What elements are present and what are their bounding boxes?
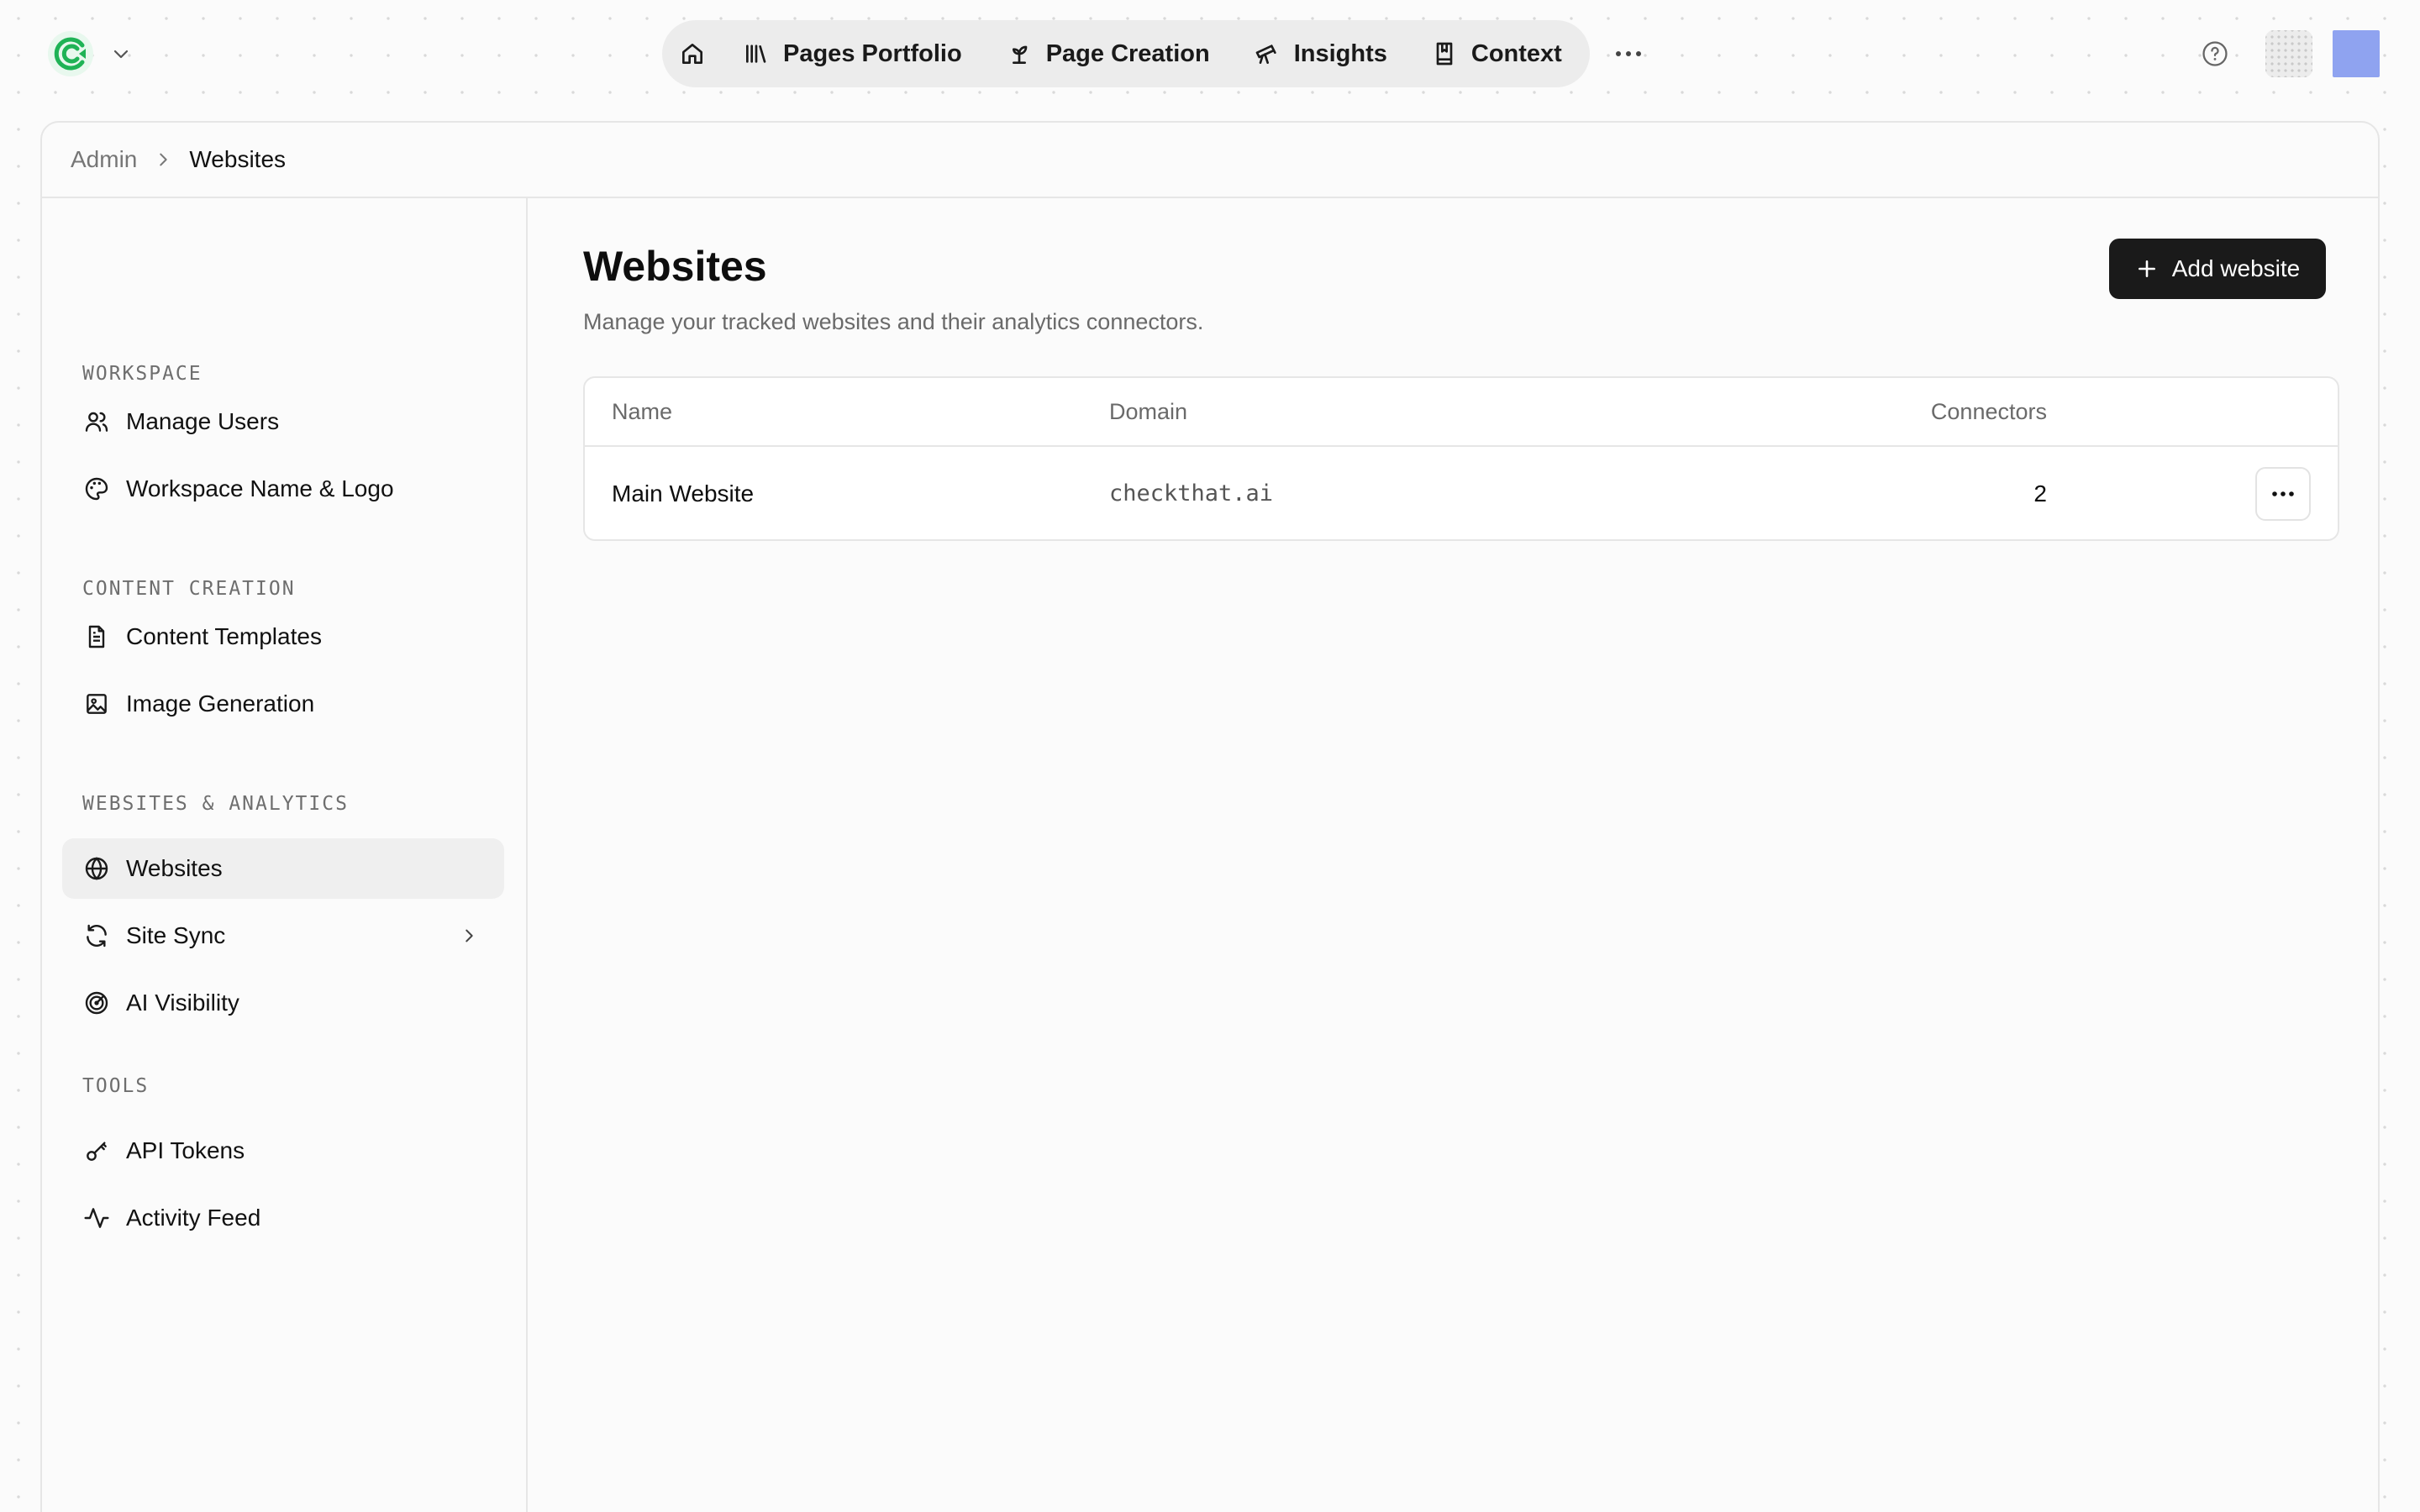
- section-title-tools: TOOLS: [82, 1075, 150, 1097]
- nav-context[interactable]: Context: [1409, 30, 1584, 77]
- sidebar-item-ai-visibility[interactable]: AI Visibility: [62, 973, 504, 1033]
- breadcrumb: Admin Websites: [42, 123, 2378, 198]
- app-logo[interactable]: [47, 30, 94, 77]
- sidebar-item-api-tokens[interactable]: API Tokens: [62, 1121, 504, 1181]
- refresh-icon: [82, 921, 111, 950]
- help-circle-icon[interactable]: [2200, 39, 2230, 69]
- sidebar-item-label: Content Templates: [126, 623, 322, 649]
- section-title-workspace: WORKSPACE: [82, 363, 203, 385]
- table-header: Name Domain Connectors: [585, 378, 2338, 447]
- top-navigation: Pages Portfolio Page Creation Insights C…: [662, 20, 1590, 87]
- nav-insights[interactable]: Insights: [1232, 30, 1409, 77]
- sidebar-item-label: API Tokens: [126, 1137, 245, 1163]
- admin-panel: Admin Websites WORKSPACE Manage Users Wo…: [40, 121, 2380, 1512]
- sidebar-item-label: AI Visibility: [126, 990, 239, 1016]
- image-icon: [82, 690, 111, 718]
- column-header-connectors: Connectors: [1930, 399, 2047, 424]
- sidebar-item-label: Manage Users: [126, 408, 280, 434]
- breadcrumb-admin[interactable]: Admin: [71, 146, 137, 173]
- chevron-right-icon[interactable]: [459, 926, 479, 946]
- chevron-down-icon[interactable]: [109, 42, 133, 66]
- users-icon: [82, 407, 111, 436]
- file-text-icon: [82, 622, 111, 651]
- sidebar-item-content-templates[interactable]: Content Templates: [62, 606, 504, 667]
- website-name: Main Website: [612, 480, 755, 507]
- chevron-right-icon: [154, 150, 172, 169]
- book-icon: [1431, 40, 1458, 67]
- sprout-icon: [1006, 40, 1033, 67]
- sidebar-item-label: Workspace Name & Logo: [126, 475, 394, 501]
- add-website-button[interactable]: Add website: [2109, 239, 2326, 299]
- add-website-label: Add website: [2171, 255, 2301, 281]
- table-row[interactable]: Main Website checkthat.ai 2: [585, 447, 2338, 539]
- section-title-websites-analytics: WEBSITES & ANALYTICS: [82, 793, 349, 815]
- home-icon[interactable]: [679, 30, 706, 77]
- breadcrumb-current: Websites: [189, 146, 287, 172]
- nav-pages-portfolio[interactable]: Pages Portfolio: [721, 30, 984, 77]
- column-header-domain: Domain: [1109, 399, 1188, 424]
- key-icon: [82, 1137, 111, 1165]
- sidebar-item-label: Activity Feed: [126, 1205, 261, 1231]
- library-icon: [743, 40, 770, 67]
- row-actions-button[interactable]: [2255, 467, 2311, 521]
- nav-page-creation[interactable]: Page Creation: [984, 30, 1232, 77]
- nav-item-label: Insights: [1293, 39, 1387, 67]
- website-connectors-count: 2: [2033, 480, 2047, 507]
- activity-icon: [82, 1204, 111, 1232]
- admin-sidebar: WORKSPACE Manage Users Workspace Name & …: [42, 198, 528, 1512]
- main-content: Websites Manage your tracked websites an…: [529, 198, 2378, 1512]
- telescope-icon: [1254, 40, 1281, 67]
- sidebar-item-label: Site Sync: [126, 922, 226, 948]
- nav-item-label: Page Creation: [1045, 39, 1210, 67]
- section-title-content-creation: CONTENT CREATION: [82, 578, 296, 600]
- sidebar-item-activity-feed[interactable]: Activity Feed: [62, 1188, 504, 1248]
- page-subtitle: Manage your tracked websites and their a…: [583, 309, 1204, 334]
- plus-icon: [2135, 257, 2159, 281]
- nav-item-label: Context: [1470, 39, 1562, 67]
- sidebar-item-image-generation[interactable]: Image Generation: [62, 674, 504, 734]
- sidebar-item-site-sync[interactable]: Site Sync: [62, 906, 504, 966]
- column-header-name: Name: [612, 399, 673, 424]
- nav-item-label: Pages Portfolio: [783, 39, 962, 67]
- more-horizontal-icon[interactable]: [1612, 39, 1645, 69]
- radar-icon: [82, 989, 111, 1017]
- website-domain: checkthat.ai: [1109, 480, 1274, 507]
- sidebar-item-manage-users[interactable]: Manage Users: [62, 391, 504, 452]
- sidebar-item-websites[interactable]: Websites: [62, 838, 504, 899]
- sidebar-item-label: Image Generation: [126, 690, 315, 717]
- websites-table: Name Domain Connectors Main Website chec…: [583, 376, 2339, 541]
- page-title: Websites: [583, 243, 767, 290]
- palette-icon: [82, 475, 111, 503]
- avatar[interactable]: [2333, 30, 2380, 77]
- grid-icon[interactable]: [2265, 30, 2312, 77]
- sidebar-item-label: Websites: [126, 855, 223, 881]
- globe-icon: [82, 854, 111, 883]
- sidebar-item-workspace-name-logo[interactable]: Workspace Name & Logo: [62, 459, 504, 519]
- more-horizontal-icon: [2271, 491, 2295, 497]
